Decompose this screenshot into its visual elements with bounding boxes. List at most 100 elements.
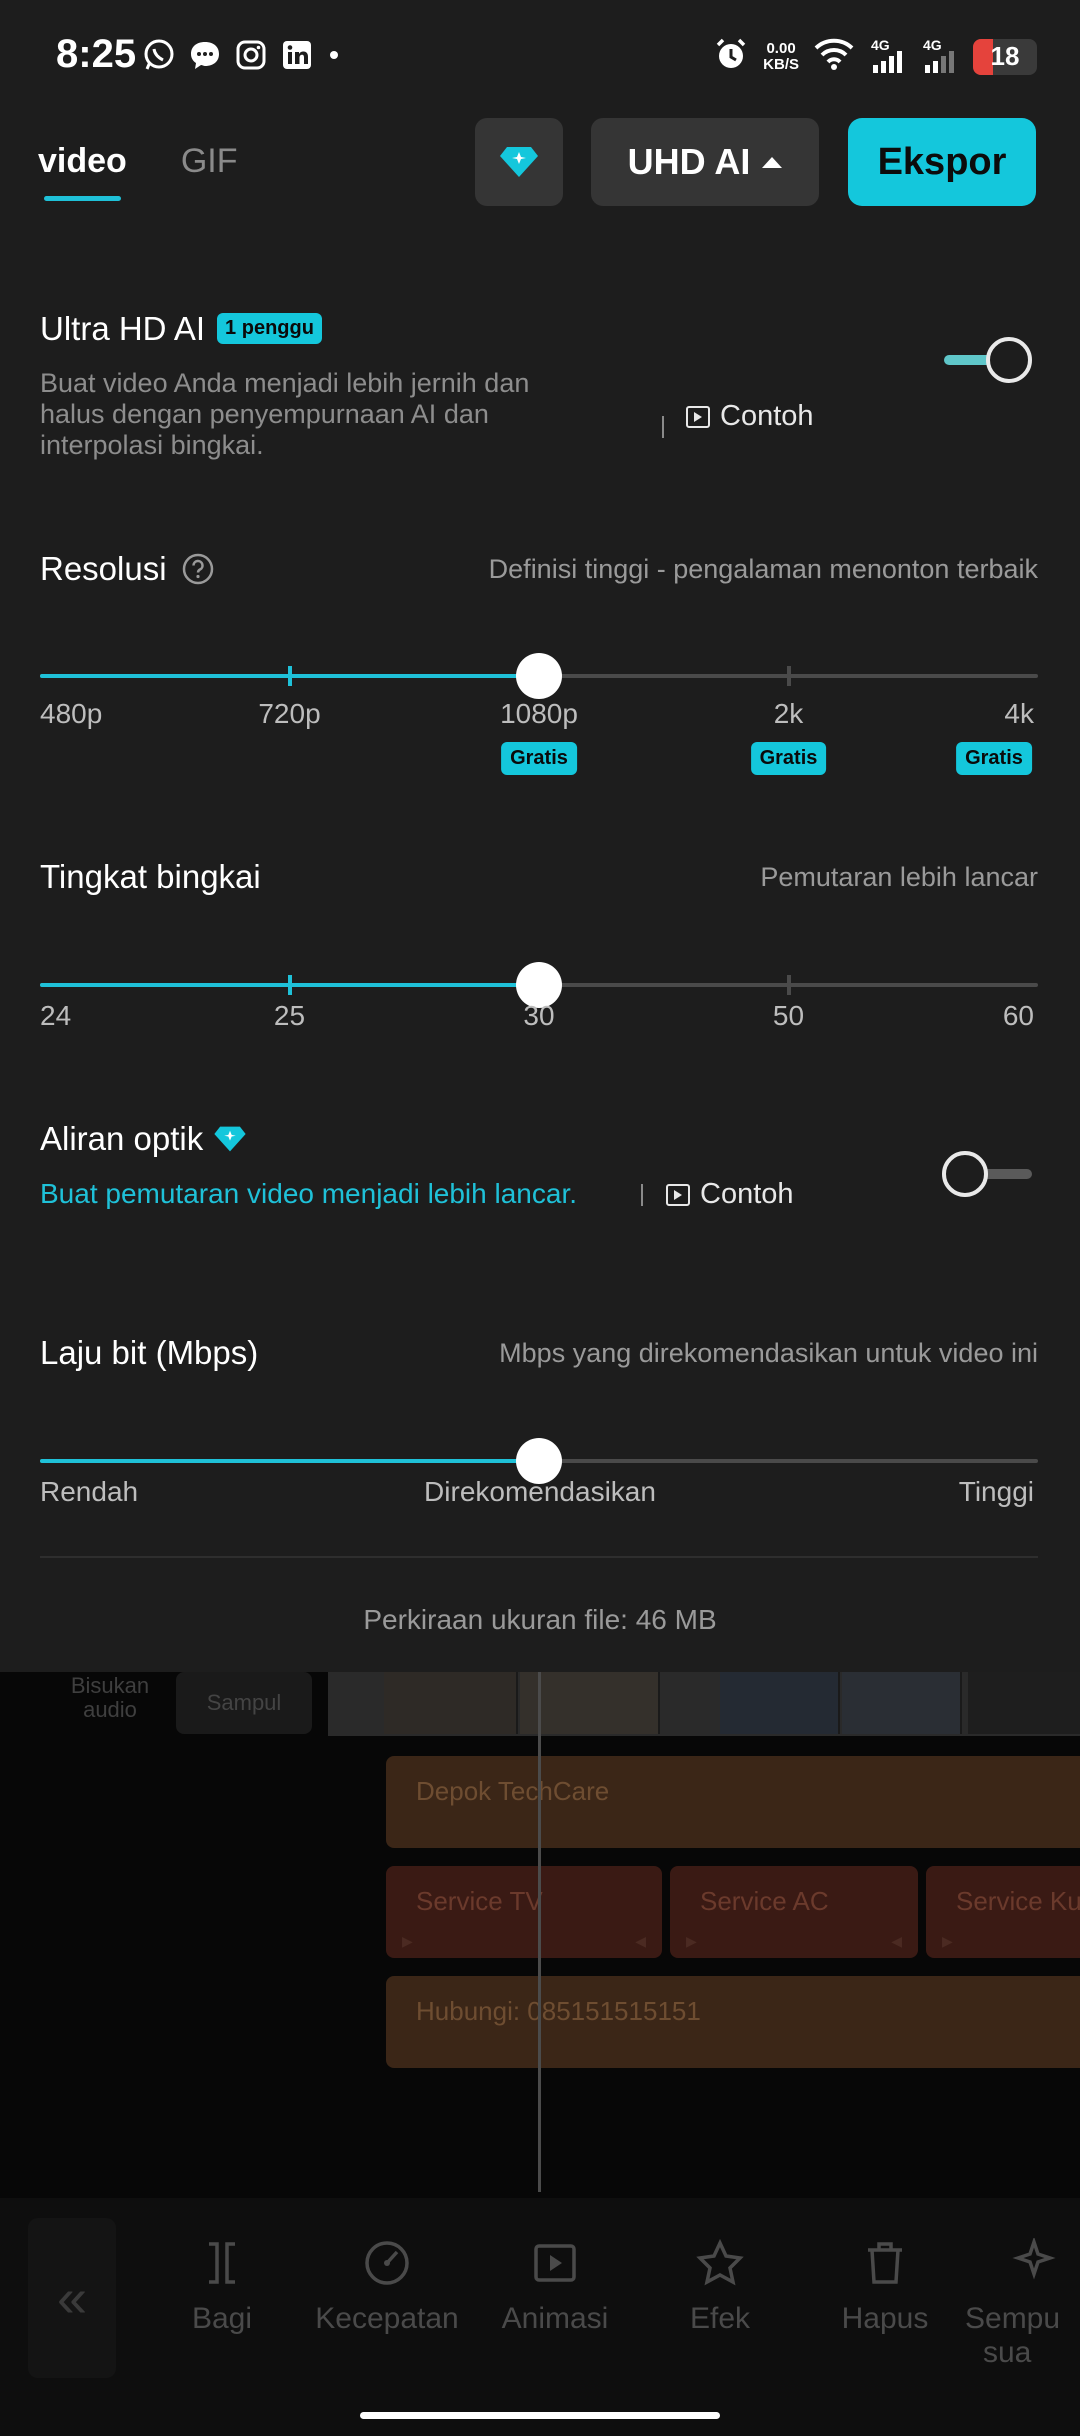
frame-rate-hint: Pemutaran lebih lancar: [760, 862, 1038, 892]
play-box-icon: [666, 1183, 690, 1206]
linkedin-icon: [280, 38, 314, 72]
thumbnail-frame: [968, 1672, 1080, 1734]
thumbnail-frame: [520, 1672, 660, 1734]
frame-rate-step-tick: [786, 975, 791, 995]
bitrate-title: Laju bit (Mbps): [40, 1334, 259, 1371]
bitrate-high-label: Tinggi: [958, 1476, 1034, 1507]
optical-flow-toggle[interactable]: [940, 1149, 1036, 1199]
premium-button[interactable]: [475, 118, 563, 206]
whatsapp-icon: [142, 38, 176, 72]
bitrate-hint: Mbps yang direkomendasikan untuk video i…: [499, 1338, 1038, 1368]
ultra-hd-section: Ultra HD AI 1 penggu: [40, 310, 322, 348]
battery-icon: 18: [973, 38, 1037, 75]
text-clip[interactable]: Service Ku ▶: [926, 1866, 1080, 1958]
optical-flow-title: Aliran optik: [40, 1120, 204, 1157]
tab-gif[interactable]: GIF: [181, 142, 238, 201]
thumbnail-frame: [384, 1672, 518, 1734]
cover-button[interactable]: Sampul: [176, 1672, 312, 1734]
frame-rate-option-50[interactable]: 50: [773, 1000, 804, 1032]
resolution-option-2k[interactable]: 2k: [774, 698, 804, 730]
resolution-option-4k[interactable]: 4k: [1004, 698, 1034, 730]
playhead[interactable]: [538, 1672, 541, 2192]
notification-icons: [142, 38, 338, 72]
video-thumbnail-strip[interactable]: [328, 1672, 1080, 1736]
ultra-hd-example-link[interactable]: Contoh: [686, 400, 814, 433]
effects-icon: [696, 2238, 744, 2286]
optical-flow-example-link[interactable]: Contoh: [666, 1178, 794, 1211]
rewind-marker-icon: ◀: [635, 1933, 646, 1949]
ultra-hd-title: Ultra HD AI: [40, 310, 206, 347]
system-indicators: 0.00 KB/S 4G 4G 18: [713, 36, 1037, 77]
resolution-step-tick: [287, 666, 292, 686]
network-speed: 0.00 KB/S: [763, 39, 799, 73]
export-settings-panel: video GIF UHD AI Ekspor Ultra HD AI 1 pen…: [0, 110, 1080, 1672]
estimated-file-size: Perkiraan ukuran file: 46 MB: [363, 1604, 717, 1635]
collapse-back-button[interactable]: «: [28, 2218, 116, 2378]
resolution-hint: Definisi tinggi - pengalaman menonton te…: [488, 554, 1038, 584]
play-marker-icon: ▶: [402, 1933, 413, 1949]
sparkle-icon: [1012, 2238, 1056, 2280]
resolution-title: Resolusi: [40, 550, 167, 587]
delete-icon: [868, 2242, 902, 2284]
tab-video[interactable]: video: [38, 142, 127, 201]
tool-speed[interactable]: Kecepatan: [302, 2238, 472, 2336]
status-bar: 8:25 0.00 KB/S 4G 4G 18: [0, 0, 1080, 110]
resolution-slider-thumb[interactable]: [516, 653, 562, 699]
frame-rate-option-30[interactable]: 30: [523, 1000, 554, 1032]
bitrate-low-label: Rendah: [40, 1476, 139, 1507]
bitrate-recommended-label: Direkomendasikan: [424, 1476, 656, 1507]
tool-animation[interactable]: Animasi: [470, 2238, 640, 2336]
optical-flow-header: Aliran optik: [40, 1120, 247, 1158]
wifi-icon: [813, 37, 855, 76]
frame-rate-step-tick: [287, 975, 292, 995]
rewind-marker-icon: ◀: [891, 1933, 902, 1949]
tool-split[interactable]: Bagi: [137, 2238, 307, 2336]
alarm-icon: [713, 36, 749, 77]
format-tabs: video GIF: [38, 142, 237, 201]
frame-rate-option-24[interactable]: 24: [40, 1000, 71, 1032]
free-badge: Gratis: [750, 742, 827, 775]
more-notifications-dot: [330, 51, 338, 59]
diamond-icon: [500, 147, 538, 177]
bottom-toolbar: « Bagi Kecepatan Animasi Efek Hapus Semp…: [0, 2198, 1080, 2436]
divider: [641, 1184, 643, 1206]
resolution-slider[interactable]: [40, 651, 1038, 701]
battery-indicator: 18: [973, 38, 1037, 75]
text-clip[interactable]: Service TV ▶ ◀: [386, 1866, 662, 1958]
text-clip[interactable]: Depok TechCare: [386, 1756, 1080, 1848]
clock: 8:25: [56, 32, 137, 76]
quality-label: UHD AI: [627, 141, 751, 182]
ultra-hd-description: Buat video Anda menjadi lebih jernih dan…: [40, 368, 530, 460]
free-badge: Gratis: [956, 742, 1032, 775]
play-box-icon: [686, 405, 710, 428]
resolution-option-1080p[interactable]: 1080p: [500, 698, 578, 730]
frame-rate-title: Tingkat bingkai: [40, 858, 261, 895]
frame-rate-option-25[interactable]: 25: [274, 1000, 305, 1032]
tool-voice-enhance[interactable]: Sempu sua: [965, 2238, 1080, 2370]
resolution-option-480p[interactable]: 480p: [40, 698, 102, 730]
instagram-icon: [234, 38, 268, 72]
speed-icon: [365, 2241, 409, 2285]
tool-effects[interactable]: Efek: [635, 2238, 805, 2336]
text-clip[interactable]: Service AC ▶ ◀: [670, 1866, 918, 1958]
section-divider: [40, 1556, 1038, 1558]
resolution-header: Resolusi: [40, 550, 215, 588]
ultra-hd-toggle[interactable]: [940, 335, 1036, 385]
play-marker-icon: ▶: [686, 1933, 697, 1949]
tool-delete[interactable]: Hapus: [800, 2238, 970, 2336]
signal-sim1-icon: 4G: [869, 37, 907, 75]
signal-sim2-icon: 4G: [921, 37, 959, 75]
mute-audio-label[interactable]: Bisukan audio: [60, 1674, 160, 1722]
help-icon[interactable]: [181, 552, 215, 586]
user-count-badge: 1 penggu: [217, 312, 322, 344]
play-marker-icon: ▶: [942, 1933, 953, 1949]
resolution-option-720p[interactable]: 720p: [258, 698, 320, 730]
thumbnail-frame: [842, 1672, 962, 1734]
quality-dropdown-button[interactable]: UHD AI: [591, 118, 819, 206]
export-button[interactable]: Ekspor: [848, 118, 1036, 206]
home-indicator[interactable]: [360, 2412, 720, 2419]
free-badge: Gratis: [501, 742, 577, 775]
text-clip[interactable]: Hubungi: 085151515151: [386, 1976, 1080, 2068]
frame-rate-option-60[interactable]: 60: [1003, 1000, 1034, 1032]
resolution-step-tick: [786, 666, 791, 686]
